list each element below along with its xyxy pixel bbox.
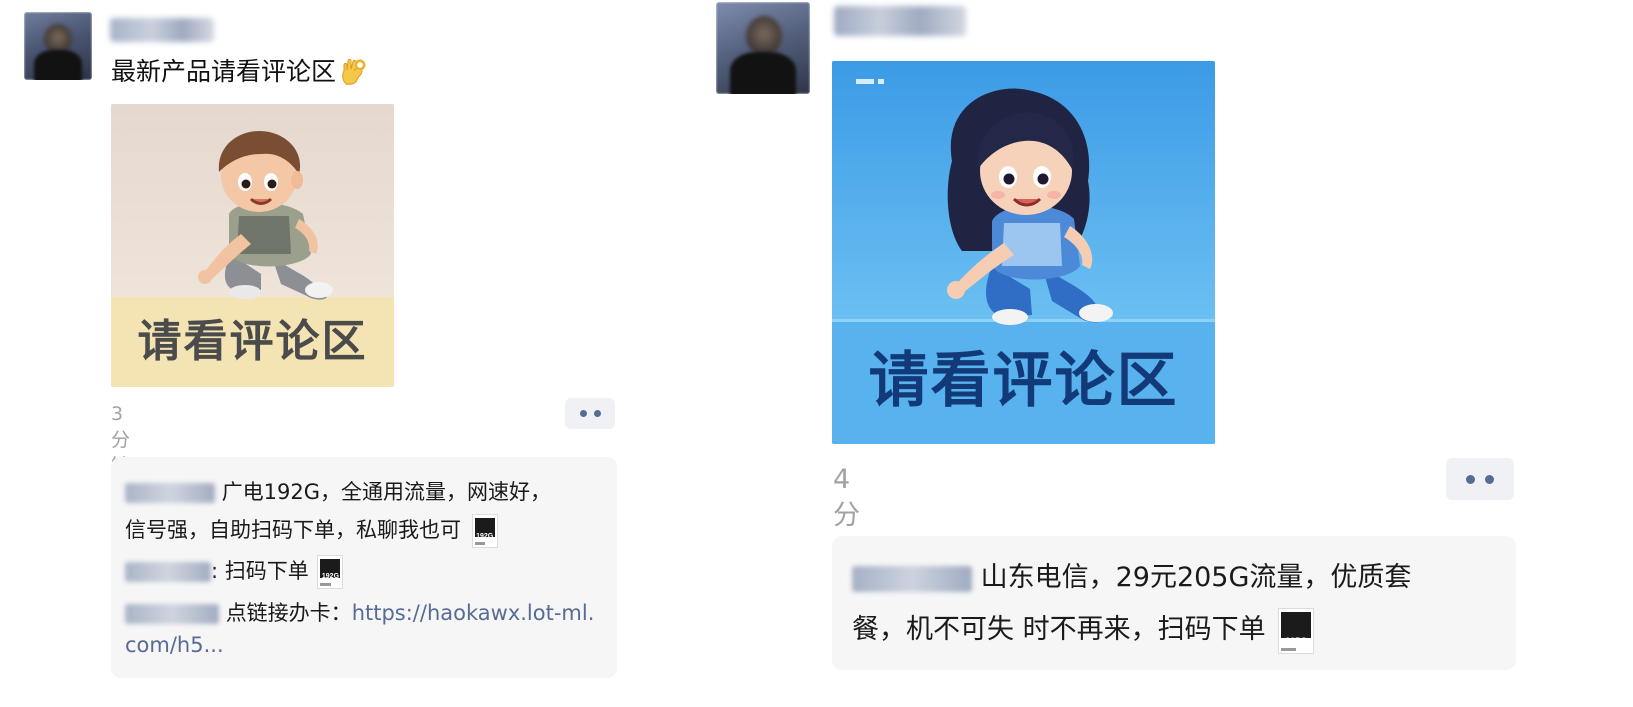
comment-text: 广电192G，全通用流量，网速好， bbox=[221, 480, 552, 504]
commenter-name-blurred[interactable] bbox=[852, 565, 972, 592]
comment-separator: : bbox=[211, 559, 225, 583]
dot-icon bbox=[1466, 474, 1475, 484]
comments-panel: 广电192G，全通用流量，网速好， 信号强，自助扫码下单，私聊我也可 192G … bbox=[111, 457, 617, 678]
comment-separator bbox=[219, 601, 226, 625]
comment-link-continued[interactable]: com/h5... bbox=[125, 633, 224, 657]
comments-panel: 山东电信，29元205G流量，优质套 餐，机不可失 时不再来，扫码下单 205G bbox=[832, 536, 1516, 670]
username-blurred[interactable] bbox=[834, 6, 966, 36]
more-actions-button[interactable] bbox=[565, 398, 615, 429]
commenter-name-blurred[interactable] bbox=[125, 562, 211, 582]
avatar[interactable] bbox=[24, 12, 92, 80]
image-caption: 请看评论区 bbox=[137, 316, 368, 367]
comment-item[interactable]: 点链接办卡：https://haokawx.lot-ml. com/h5... bbox=[125, 597, 611, 661]
comment-text: 扫码下单 bbox=[224, 559, 309, 583]
post-image[interactable]: 请看评论区 bbox=[111, 104, 394, 387]
comment-separator bbox=[215, 480, 222, 504]
qr-code-sticker[interactable]: 205G bbox=[1278, 607, 1315, 654]
image-caption: 请看评论区 bbox=[868, 346, 1179, 416]
more-actions-button[interactable] bbox=[1446, 458, 1514, 500]
dot-icon bbox=[593, 410, 601, 417]
qr-label: 192G bbox=[476, 533, 494, 540]
qr-label: 192G bbox=[321, 573, 340, 580]
comment-text: 点链接办卡： bbox=[225, 601, 352, 625]
comment-item[interactable]: : 扫码下单 192G bbox=[125, 553, 605, 589]
avatar[interactable] bbox=[716, 2, 810, 94]
comment-text: 山东电信，29元205G流量，优质套 bbox=[980, 562, 1412, 593]
comment-item[interactable]: 山东电信，29元205G流量，优质套 餐，机不可失 时不再来，扫码下单 205G bbox=[852, 552, 1512, 656]
commenter-name-blurred[interactable] bbox=[125, 483, 215, 503]
comment-link[interactable]: https://haokawx.lot-ml. bbox=[352, 601, 595, 625]
comment-text-continued: 餐，机不可失 时不再来，扫码下单 bbox=[852, 614, 1266, 645]
qr-code-sticker[interactable]: 192G bbox=[317, 555, 344, 589]
qr-label: 205G bbox=[1285, 635, 1308, 646]
dot-icon bbox=[579, 410, 587, 417]
comment-item[interactable]: 广电192G，全通用流量，网速好， 信号强，自助扫码下单，私聊我也可 192G bbox=[125, 473, 605, 549]
post-image[interactable]: 请看评论区 bbox=[832, 61, 1215, 444]
dot-icon bbox=[1485, 474, 1494, 484]
ok-hand-icon bbox=[342, 59, 366, 85]
post-caption: 最新产品请看评论区 bbox=[111, 56, 368, 88]
comment-text-continued: 信号强，自助扫码下单，私聊我也可 bbox=[125, 518, 461, 542]
caption-text: 最新产品请看评论区 bbox=[111, 57, 337, 86]
qr-code-sticker[interactable]: 192G bbox=[471, 514, 498, 548]
commenter-name-blurred[interactable] bbox=[125, 604, 219, 624]
username-blurred[interactable] bbox=[110, 18, 214, 42]
comment-separator bbox=[972, 562, 981, 593]
